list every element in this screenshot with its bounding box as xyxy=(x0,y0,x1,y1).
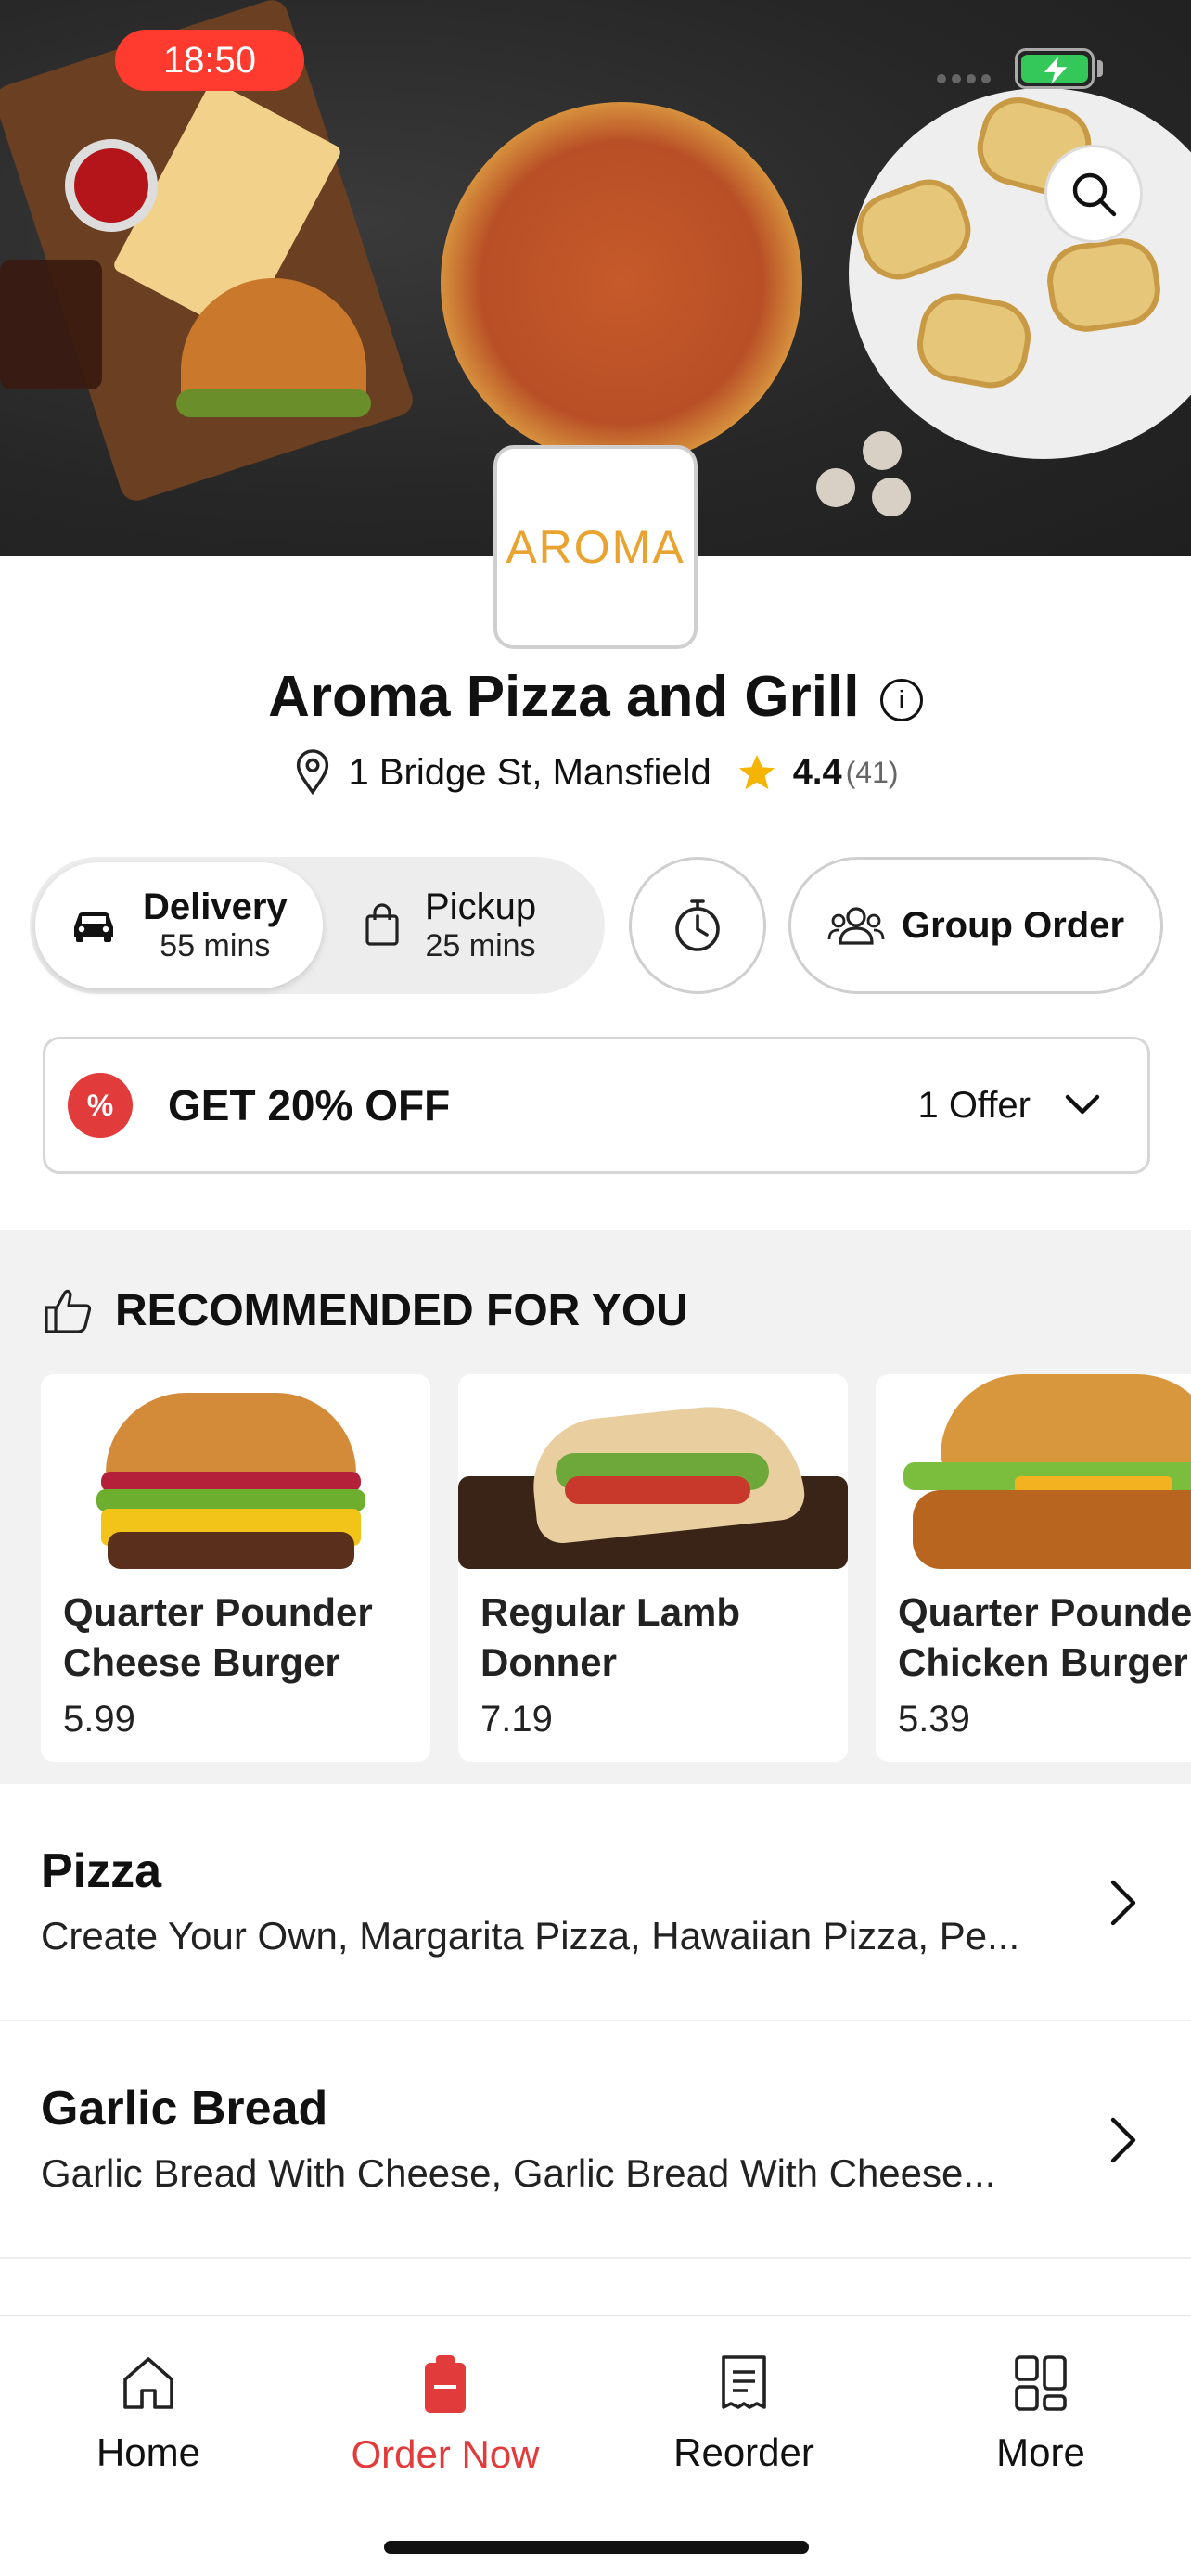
offer-title: GET 20% OFF xyxy=(168,1081,451,1129)
hero-garlic-clove xyxy=(863,431,902,470)
hero-cola xyxy=(0,260,102,389)
restaurant-logo: AROMA xyxy=(493,445,698,649)
chevron-right-icon xyxy=(1110,1880,1136,1926)
recommended-card[interactable]: Regular Lamb Donner 7.19 xyxy=(458,1374,848,1762)
rating-count: (41) xyxy=(845,755,899,789)
bottom-tab-bar: Home Order Now Reorder More xyxy=(0,2315,1191,2576)
chevron-right-icon xyxy=(1110,2117,1136,2163)
battery-icon xyxy=(1015,48,1095,89)
group-order-button[interactable]: Group Order xyxy=(788,857,1163,994)
tab-reorder[interactable]: Reorder xyxy=(596,2353,892,2475)
status-time: 18:50 xyxy=(115,30,304,91)
restaurant-name: Aroma Pizza and Grill xyxy=(268,665,860,729)
recommended-title: RECOMMENDED FOR YOU xyxy=(115,1286,688,1335)
order-icon xyxy=(425,2355,466,2413)
recommended-header: RECOMMENDED FOR YOU xyxy=(43,1285,688,1336)
restaurant-address: 1 Bridge St, Mansfield xyxy=(348,751,711,793)
hero-burger-lettuce xyxy=(176,389,371,417)
home-indicator xyxy=(384,2541,809,2554)
tab-order-now[interactable]: Order Now xyxy=(297,2353,594,2477)
signal-dots-icon xyxy=(937,74,998,83)
card-price: 7.19 xyxy=(480,1699,553,1740)
hero-sauce xyxy=(74,148,148,223)
address-row: 1 Bridge St, Mansfield 4.4 (41) xyxy=(0,749,1191,796)
pickup-label: Pickup xyxy=(425,886,537,927)
tab-home-label: Home xyxy=(96,2430,201,2474)
category-row[interactable]: Garlic Bread Garlic Bread With Cheese, G… xyxy=(0,2027,1191,2259)
card-image xyxy=(876,1374,1191,1569)
category-title: Pizza xyxy=(41,1844,162,1898)
delivery-label: Delivery xyxy=(143,886,288,927)
star-icon xyxy=(738,754,775,790)
rating-value: 4.4 xyxy=(792,752,842,792)
tab-more[interactable]: More xyxy=(892,2353,1189,2475)
card-name: Quarter Pounder Chicken Burger xyxy=(898,1590,1191,1684)
home-icon xyxy=(123,2357,173,2409)
group-order-label: Group Order xyxy=(901,904,1125,946)
card-price: 5.39 xyxy=(898,1699,970,1740)
chevron-down-icon xyxy=(1065,1094,1100,1115)
recommended-card[interactable]: Quarter Pounder Chicken Burger 5.39 xyxy=(876,1374,1191,1762)
search-icon xyxy=(1072,172,1117,217)
delivery-time: 55 mins xyxy=(160,928,271,963)
card-name: Regular Lamb Donner xyxy=(480,1590,741,1684)
card-price: 5.99 xyxy=(63,1699,135,1740)
tab-reorder-label: Reorder xyxy=(673,2430,814,2474)
restaurant-title-row: Aroma Pizza and Grill i xyxy=(0,664,1191,738)
tab-order-now-label: Order Now xyxy=(351,2432,540,2476)
pickup-time: 25 mins xyxy=(425,928,536,963)
tab-home[interactable]: Home xyxy=(0,2353,297,2475)
card-image xyxy=(458,1374,848,1569)
hero-garlic-clove xyxy=(816,468,855,507)
card-image xyxy=(41,1374,430,1569)
group-icon xyxy=(827,907,885,945)
card-name: Quarter Pounder Cheese Burger xyxy=(63,1590,373,1684)
search-button[interactable] xyxy=(1044,145,1143,243)
battery-tip xyxy=(1097,60,1103,77)
schedule-button[interactable] xyxy=(629,857,766,994)
order-mode-toggle: Delivery 55 mins Pickup 25 mins xyxy=(30,857,605,994)
hero-pizza xyxy=(441,102,802,464)
thumbs-up-icon xyxy=(45,1289,92,1333)
offer-count: 1 Offer xyxy=(917,1084,1031,1126)
bag-icon xyxy=(365,903,399,946)
discount-badge-icon: % xyxy=(68,1073,133,1138)
delivery-option[interactable]: Delivery 55 mins xyxy=(35,862,323,988)
info-icon[interactable]: i xyxy=(879,679,923,721)
tab-more-label: More xyxy=(996,2430,1085,2474)
car-icon xyxy=(74,912,113,942)
category-title: Garlic Bread xyxy=(41,2082,328,2136)
category-row[interactable]: Pizza Create Your Own, Margarita Pizza, … xyxy=(0,1790,1191,2021)
category-items: Create Your Own, Margarita Pizza, Hawaii… xyxy=(41,1914,1020,1958)
location-pin-icon xyxy=(297,749,329,796)
recommended-card[interactable]: Quarter Pounder Cheese Burger 5.99 xyxy=(41,1374,430,1762)
category-items: Garlic Bread With Cheese, Garlic Bread W… xyxy=(41,2151,996,2195)
stopwatch-icon xyxy=(675,899,720,951)
recommended-section: RECOMMENDED FOR YOU Quarter Pounder Chee… xyxy=(0,1230,1191,1784)
offer-banner[interactable]: % GET 20% OFF 1 Offer xyxy=(43,1037,1150,1174)
logo-text: AROMA xyxy=(506,521,685,573)
receipt-icon xyxy=(722,2355,766,2409)
pickup-option[interactable]: Pickup 25 mins xyxy=(364,862,596,988)
grid-icon xyxy=(1015,2355,1067,2411)
hero-garlic-clove xyxy=(872,478,911,516)
